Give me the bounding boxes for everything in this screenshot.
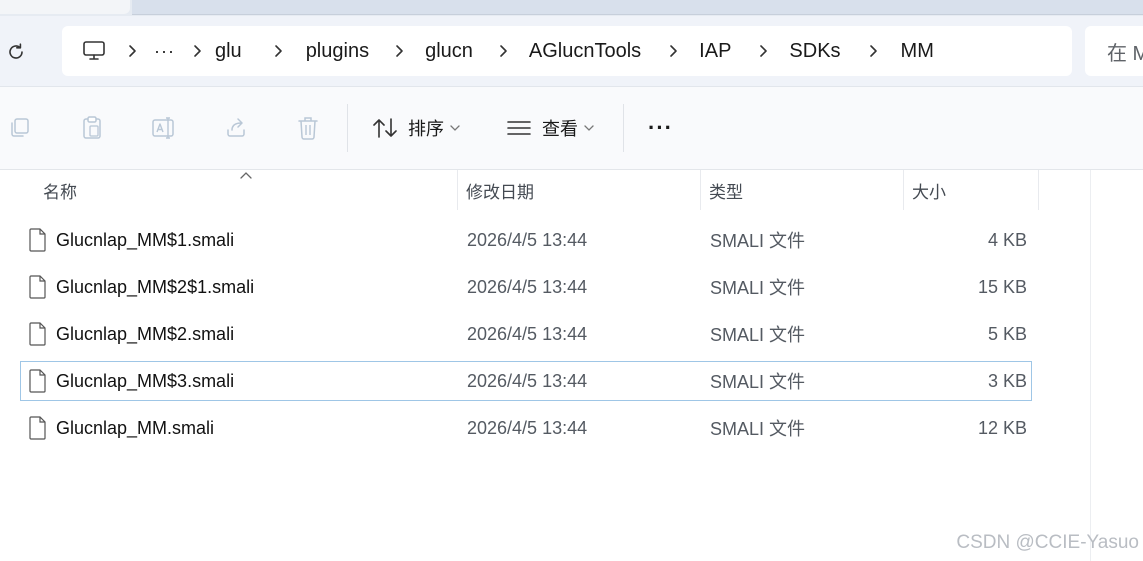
file-row[interactable]: Glucnlap_MM$1.smali 2026/4/5 13:44 SMALI… [20, 220, 1032, 260]
paste-icon [83, 116, 101, 139]
chevron-right-icon [670, 45, 677, 57]
chevron-right-icon [129, 45, 136, 57]
refresh-button[interactable] [2, 38, 30, 66]
scrollbar[interactable] [1090, 170, 1091, 561]
chevron-right-icon [274, 45, 282, 57]
toolbar-divider [347, 104, 348, 152]
paste-button[interactable] [78, 114, 106, 142]
file-icon [29, 275, 46, 299]
breadcrumb-separator[interactable] [183, 44, 211, 58]
chevron-right-icon [760, 45, 768, 57]
address-bar[interactable]: ··· glu plugins glucn AGlucnTools IAP SD… [62, 26, 1072, 76]
file-row[interactable]: Glucnlap_MM$2$1.smali 2026/4/5 13:44 SMA… [20, 267, 1032, 307]
file-icon [29, 416, 46, 440]
sort-icon [373, 118, 397, 138]
sort-label: 排序 [408, 119, 444, 139]
share-button[interactable] [222, 114, 250, 142]
file-modified-date: 2026/4/5 13:44 [467, 229, 588, 250]
inactive-tab[interactable] [0, 0, 130, 14]
breadcrumb-separator[interactable] [118, 44, 146, 58]
command-bar: 排序 查看 ··· [0, 87, 1143, 170]
column-divider[interactable] [903, 170, 904, 210]
breadcrumb-glucn[interactable]: glucn [421, 40, 477, 63]
column-divider[interactable] [457, 170, 458, 210]
file-name: Glucnlap_MM$1.smali [56, 229, 235, 250]
breadcrumb-sdks[interactable]: SDKs [785, 40, 844, 63]
rename-icon [152, 117, 174, 139]
file-list: 名称 修改日期 类型 大小 Glucnlap_MM$1.smali 2026/4… [0, 170, 1143, 561]
file-size: 3 KB [987, 370, 1027, 391]
column-divider[interactable] [1038, 170, 1039, 210]
file-type: SMALI 文件 [710, 419, 806, 439]
view-button[interactable]: 查看 [506, 111, 594, 145]
address-row: ··· glu plugins glucn AGlucnTools IAP SD… [0, 16, 1143, 87]
delete-button[interactable] [294, 114, 322, 142]
column-header-date[interactable]: 修改日期 [466, 170, 700, 210]
chevron-right-icon [869, 45, 877, 57]
file-row[interactable]: Glucnlap_MM.smali 2026/4/5 13:44 SMALI 文… [20, 408, 1032, 448]
file-name: Glucnlap_MM$2$1.smali [56, 276, 255, 297]
file-type: SMALI 文件 [710, 231, 806, 251]
chevron-right-icon [500, 45, 507, 57]
column-header-type[interactable]: 类型 [709, 170, 903, 210]
breadcrumb-glu[interactable]: glu [211, 40, 246, 63]
watermark: CSDN @CCIE-Yasuo [956, 532, 1139, 553]
file-row[interactable]: Glucnlap_MM$2.smali 2026/4/5 13:44 SMALI… [20, 314, 1032, 354]
file-size: 12 KB [977, 417, 1027, 438]
active-tab[interactable] [132, 0, 1143, 15]
file-size: 15 KB [977, 276, 1027, 297]
file-name: Glucnlap_MM.smali [56, 417, 215, 438]
refresh-icon [9, 43, 23, 59]
breadcrumb-plugins[interactable]: plugins [302, 40, 373, 63]
file-name: Glucnlap_MM$2.smali [56, 323, 235, 344]
file-modified-date: 2026/4/5 13:44 [467, 370, 588, 391]
file-type: SMALI 文件 [710, 325, 806, 345]
file-type: SMALI 文件 [710, 278, 806, 298]
breadcrumb-separator[interactable] [264, 44, 292, 58]
file-icon [29, 228, 46, 252]
share-icon [227, 118, 245, 137]
file-row[interactable]: Glucnlap_MM$3.smali 2026/4/5 13:44 SMALI… [20, 361, 1032, 401]
file-type: SMALI 文件 [710, 372, 806, 392]
file-name: Glucnlap_MM$3.smali [56, 370, 235, 391]
column-divider[interactable] [700, 170, 701, 210]
breadcrumb-separator[interactable] [385, 44, 413, 58]
breadcrumb-separator[interactable] [859, 44, 887, 58]
copy-icon [11, 118, 29, 137]
breadcrumb-mm[interactable]: MM [897, 40, 938, 63]
toolbar-divider [623, 104, 624, 152]
copy-button[interactable] [6, 114, 34, 142]
sort-button[interactable]: 排序 [372, 111, 460, 145]
breadcrumb-iap[interactable]: IAP [695, 40, 735, 63]
column-header-name[interactable]: 名称 [43, 170, 457, 210]
computer-icon [83, 41, 105, 60]
view-label: 查看 [542, 119, 578, 139]
search-input[interactable]: 在 MM 中搜索 [1085, 26, 1143, 76]
file-modified-date: 2026/4/5 13:44 [467, 323, 588, 344]
more-options-button[interactable]: ··· [648, 111, 673, 145]
chevron-down-icon [584, 124, 594, 132]
delete-icon [298, 117, 318, 140]
tab-strip [0, 0, 1143, 16]
rename-button[interactable] [150, 114, 178, 142]
chevron-down-icon [450, 124, 460, 132]
breadcrumb-separator[interactable] [659, 44, 687, 58]
this-pc-button[interactable] [70, 40, 118, 62]
breadcrumb-overflow[interactable]: ··· [146, 41, 183, 62]
file-modified-date: 2026/4/5 13:44 [467, 417, 588, 438]
file-icon [29, 322, 46, 346]
breadcrumb-separator[interactable] [489, 44, 517, 58]
chevron-right-icon [194, 45, 201, 57]
breadcrumb-separator[interactable] [749, 44, 777, 58]
chevron-right-icon [396, 45, 403, 57]
file-modified-date: 2026/4/5 13:44 [467, 276, 588, 297]
column-header-size[interactable]: 大小 [912, 170, 1038, 210]
breadcrumb-aglucntools[interactable]: AGlucnTools [525, 40, 645, 63]
file-size: 5 KB [987, 323, 1027, 344]
file-icon [29, 369, 46, 393]
view-icon [507, 121, 531, 135]
file-size: 4 KB [987, 229, 1027, 250]
